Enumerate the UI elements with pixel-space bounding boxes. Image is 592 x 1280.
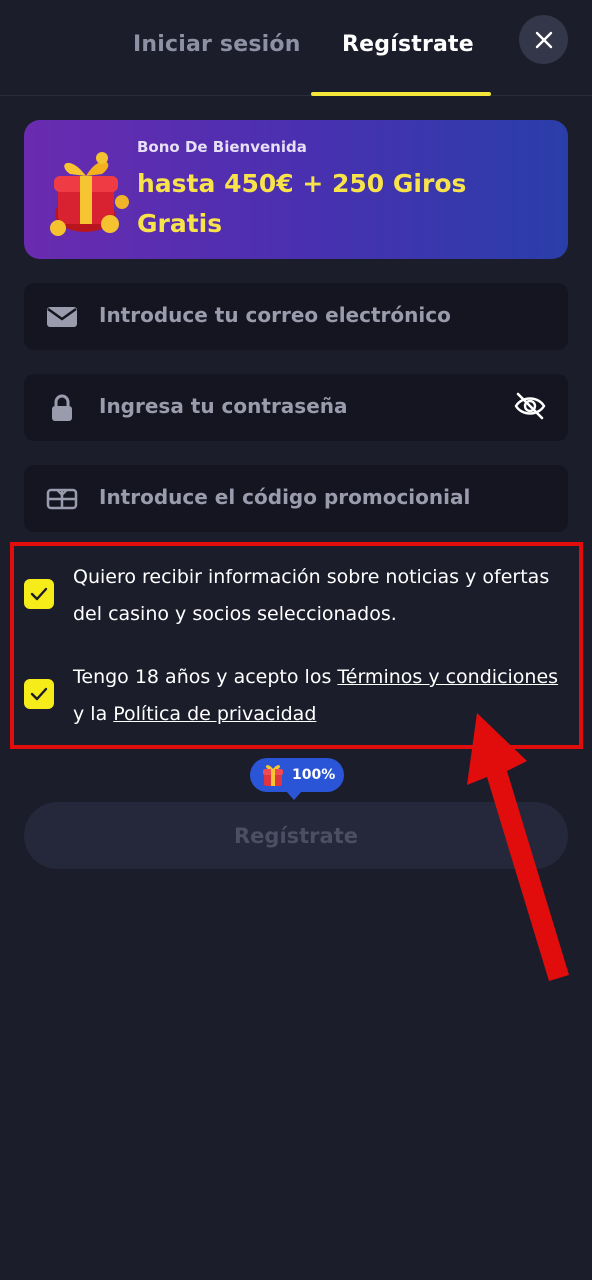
terms-link[interactable]: Términos y condiciones [337,666,558,688]
tab-register[interactable]: Regístrate [342,32,474,64]
terms-consent-checkbox[interactable] [24,679,54,709]
email-field[interactable]: Introduce tu correo electrónico [24,283,568,350]
ticket-icon [46,488,78,510]
privacy-link[interactable]: Política de privacidad [113,703,316,725]
marketing-consent-checkbox[interactable] [24,579,54,609]
annotation-arrow [467,713,569,981]
check-icon [30,687,48,701]
bonus-subtitle: Bono De Bienvenida [137,138,307,156]
terms-text-start: Tengo 18 años y acepto los [73,666,338,688]
gift-icon [263,765,283,786]
close-button[interactable] [519,15,568,64]
tab-login[interactable]: Iniciar sesión [133,32,301,64]
lock-icon [52,394,72,421]
close-icon [535,31,552,48]
active-tab-indicator [311,92,491,96]
envelope-icon [47,307,77,327]
email-placeholder: Introduce tu correo electrónico [99,303,451,327]
marketing-consent-text: Quiero recibir información sobre noticia… [73,566,550,625]
auth-tabs: Iniciar sesión Regístrate [0,0,592,96]
progress-label: 100% [292,767,336,783]
gift-icon [50,152,129,236]
check-icon [30,587,48,601]
eye-off-icon[interactable] [512,388,548,424]
progress-bubble: 100% [250,758,344,800]
password-placeholder: Ingresa tu contraseña [99,394,348,418]
promo-placeholder: Introduce el código promocionial [99,485,471,509]
bonus-title: hasta 450€ + 250 Giros Gratis [137,169,467,238]
promo-code-field[interactable]: Introduce el código promocionial [24,465,568,532]
terms-text-middle: y la [73,703,114,725]
password-field[interactable]: Ingresa tu contraseña [24,374,568,441]
